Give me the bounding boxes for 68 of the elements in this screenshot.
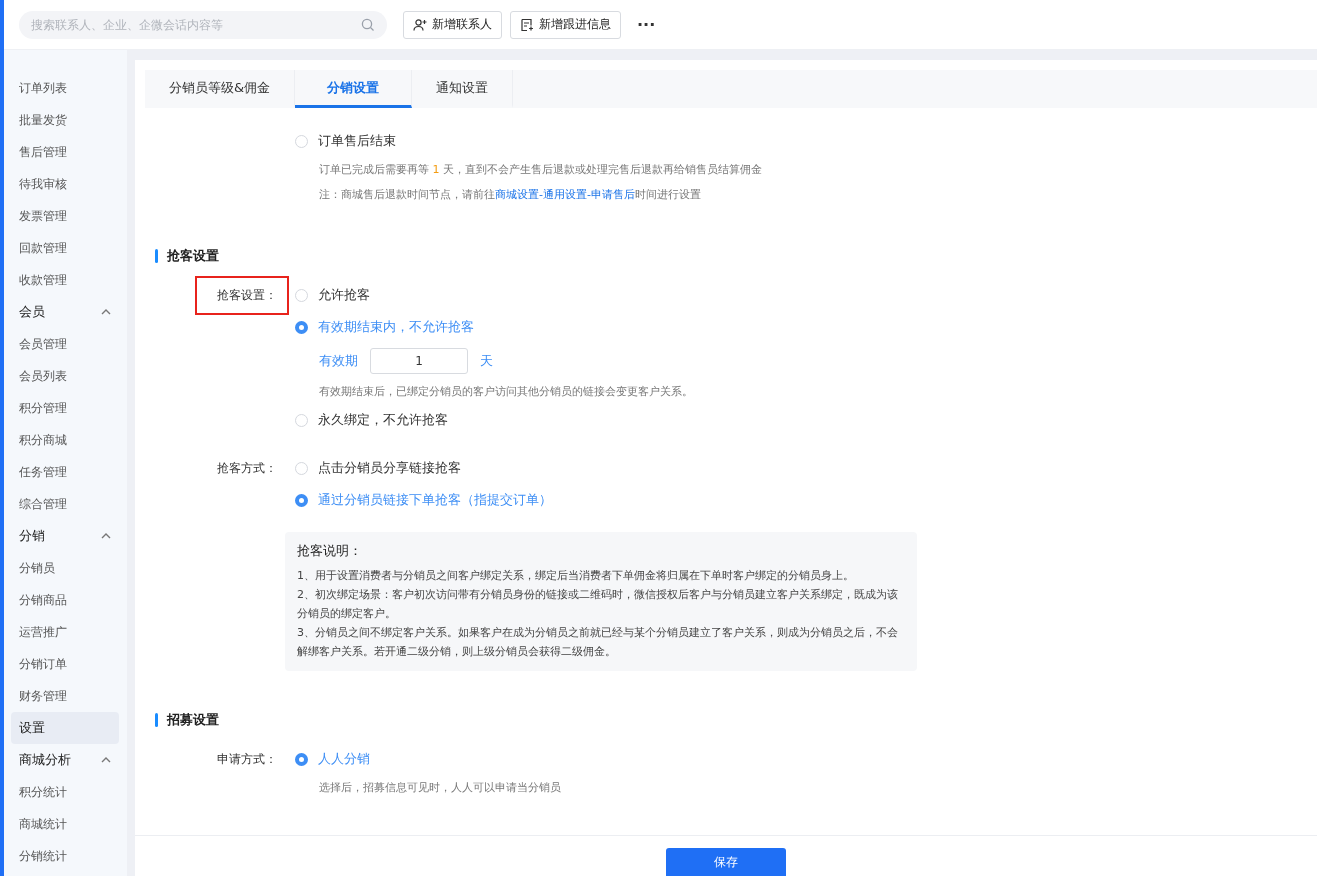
sidebar-group[interactable]: 会员	[11, 296, 119, 328]
description-text: 订单已完成后需要再等 1 天，直到不会产生售后退款或处理完售后退款再给销售员结算佣金	[318, 162, 763, 178]
sidebar-item[interactable]: 积分管理	[11, 392, 119, 424]
more-button[interactable]: ···	[637, 15, 656, 34]
sidebar-item[interactable]: 批量发货	[11, 104, 119, 136]
toolbar-button[interactable]: 新增跟进信息	[510, 10, 621, 39]
sidebar-item[interactable]: 分销订单	[11, 648, 119, 680]
sidebar-group[interactable]: 商城分析	[11, 744, 119, 776]
note-icon	[520, 17, 534, 32]
chevron-icon	[101, 309, 111, 315]
sidebar-item[interactable]: 分销员	[11, 552, 119, 584]
info-text: 2、初次绑定场景：客户初次访问带有分销员身份的链接或二维码时，微信授权后客户与分销员建立客户关系绑定，既成为该分销员的绑定客户。	[297, 587, 899, 622]
info-text: 1、用于设置消费者与分销员之间客户绑定关系，绑定后当消费者下单佣金将归属在下单时客户绑定的分销员身上。	[297, 568, 855, 584]
unit-label: 天	[480, 352, 493, 370]
settings-link[interactable]: 商城设置-通用设置-申请售后	[495, 188, 635, 201]
sidebar-item[interactable]: 财务管理	[11, 680, 119, 712]
radio-button[interactable]	[295, 493, 308, 507]
toolbar-button[interactable]: 新增联系人	[403, 10, 502, 39]
section-marker	[155, 249, 158, 263]
sidebar-item[interactable]: 综合管理	[11, 488, 119, 520]
radio-button[interactable]	[295, 320, 308, 334]
option-label: 通过分销员链接下单抢客（指提交订单）	[318, 491, 552, 509]
sidebar-item[interactable]: 商城统计	[11, 808, 119, 840]
sidebar-item[interactable]: 收款管理	[11, 264, 119, 296]
option-label: 允许抢客	[318, 286, 370, 304]
sidebar-item[interactable]: 发票管理	[11, 200, 119, 232]
section-marker	[155, 713, 158, 727]
save-button[interactable]: 保存	[666, 848, 786, 876]
sidebar-item[interactable]: 分销商品	[11, 584, 119, 616]
info-text: 3、分销员之间不绑定客户关系。如果客户在成为分销员之前就已经与某个分销员建立了客户关系，则成为分销员之后，不会解绑客户关系。若开通二级分销，则上级分销员会获得二级佣金。	[297, 625, 899, 660]
days-input[interactable]: 1	[370, 348, 468, 374]
add-person-icon	[413, 17, 427, 32]
sidebar-item[interactable]: 任务管理	[11, 456, 119, 488]
option-label: 永久绑定，不允许抢客	[318, 411, 448, 429]
tab[interactable]: 通知设置	[412, 70, 514, 108]
radio-button[interactable]	[295, 752, 308, 766]
sidebar-item[interactable]: 会员管理	[11, 328, 119, 360]
note-text: 注：商城售后退款时间节点，请前往商城设置-通用设置-申请售后时间进行设置	[318, 187, 702, 203]
hint-text: 有效期结束后，已绑定分销员的客户访问其他分销员的链接会变更客户关系。	[318, 384, 693, 400]
form-label: 抢客方式：	[216, 459, 278, 477]
option-label: 点击分销员分享链接抢客	[318, 459, 461, 477]
validity-label: 有效期	[319, 352, 358, 370]
sidebar-item[interactable]: 设置	[11, 712, 119, 744]
sidebar-item[interactable]: 回款管理	[11, 232, 119, 264]
tab[interactable]: 分销设置	[295, 70, 413, 108]
hint-text: 选择后，招募信息可见时，人人可以申请当分销员	[318, 780, 561, 796]
chevron-icon	[101, 757, 111, 763]
info-title: 抢客说明：	[297, 542, 363, 560]
tab[interactable]: 分销员等级&佣金	[145, 70, 296, 108]
search-icon	[361, 17, 375, 32]
sidebar-item[interactable]: 积分商城	[11, 424, 119, 456]
sidebar-item[interactable]: 订单列表	[11, 72, 119, 104]
form-label: 抢客设置：	[195, 275, 289, 315]
sidebar-item[interactable]: 待我审核	[11, 168, 119, 200]
option-label: 人人分销	[318, 750, 370, 768]
section-title: 招募设置	[167, 711, 219, 729]
sidebar-item[interactable]: 运营推广	[11, 616, 119, 648]
sidebar-item[interactable]: 售后管理	[11, 136, 119, 168]
search-field[interactable]: 搜索联系人、企业、企微会话内容等	[19, 10, 387, 39]
chevron-icon	[101, 533, 111, 539]
section-title: 抢客设置	[167, 247, 219, 265]
option-label: 有效期结束内，不允许抢客	[318, 318, 474, 336]
option-label: 订单售后结束	[318, 132, 396, 150]
sidebar-item[interactable]: 会员列表	[11, 360, 119, 392]
sidebar-item[interactable]: 积分统计	[11, 776, 119, 808]
sidebar-item[interactable]: 分销统计	[11, 840, 119, 872]
sidebar-group[interactable]: 分销	[11, 520, 119, 552]
form-label: 申请方式：	[216, 750, 278, 768]
